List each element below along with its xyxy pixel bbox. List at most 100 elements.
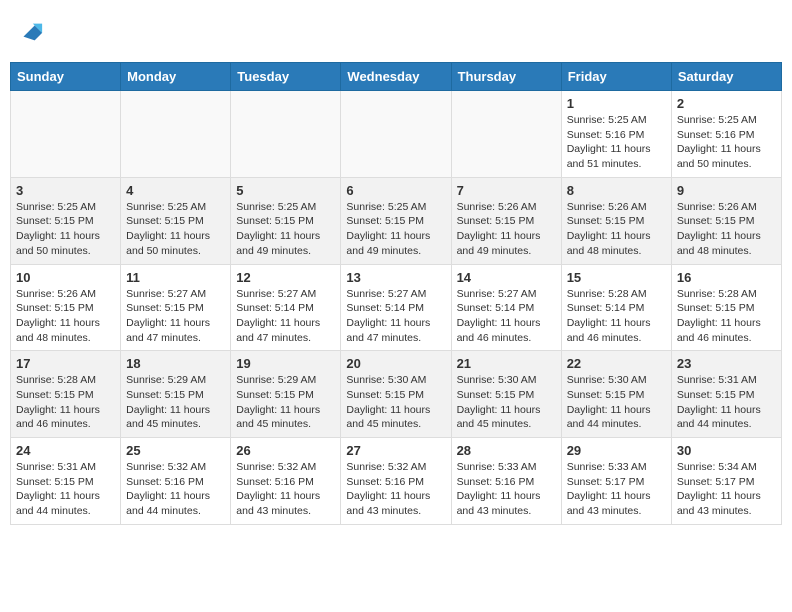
day-info: Sunrise: 5:27 AM Sunset: 5:14 PM Dayligh… bbox=[457, 287, 556, 346]
calendar-day-cell: 21Sunrise: 5:30 AM Sunset: 5:15 PM Dayli… bbox=[451, 351, 561, 438]
calendar-day-cell: 18 Sunrise: 5:29 AM Sunset: 5:15 PM Dayli… bbox=[121, 351, 231, 438]
day-info: Sunrise: 5:33 AM Sunset: 5:16 PM Dayligh… bbox=[457, 460, 556, 519]
calendar-day-cell: 4 Sunrise: 5:25 AM Sunset: 5:15 PM Daylig… bbox=[121, 177, 231, 264]
day-number: 8 bbox=[567, 183, 666, 198]
calendar-day-cell: 28 Sunrise: 5:33 AM Sunset: 5:16 PM Dayli… bbox=[451, 438, 561, 525]
day-info: Sunrise: 5:29 AM Sunset: 5:15 PM Dayligh… bbox=[236, 373, 335, 432]
day-number: 2 bbox=[677, 96, 776, 111]
day-number: 13 bbox=[346, 270, 445, 285]
weekday-header: Sunday bbox=[11, 63, 121, 91]
day-info: Sunrise: 5:33 AM Sunset: 5:17 PM Dayligh… bbox=[567, 460, 666, 519]
calendar-day-cell: 7Sunrise: 5:26 AM Sunset: 5:15 PM Daylig… bbox=[451, 177, 561, 264]
day-number: 4 bbox=[126, 183, 225, 198]
day-number: 7 bbox=[457, 183, 556, 198]
day-info: Sunrise: 5:31 AM Sunset: 5:15 PM Dayligh… bbox=[677, 373, 776, 432]
calendar-day-cell: 26 Sunrise: 5:32 AM Sunset: 5:16 PM Dayli… bbox=[231, 438, 341, 525]
day-number: 20 bbox=[346, 356, 445, 371]
calendar-day-cell: 27 Sunrise: 5:32 AM Sunset: 5:16 PM Dayli… bbox=[341, 438, 451, 525]
day-number: 26 bbox=[236, 443, 335, 458]
day-info: Sunrise: 5:32 AM Sunset: 5:16 PM Dayligh… bbox=[346, 460, 445, 519]
calendar-day-cell bbox=[341, 91, 451, 178]
day-number: 24 bbox=[16, 443, 115, 458]
weekday-header: Wednesday bbox=[341, 63, 451, 91]
day-info: Sunrise: 5:31 AM Sunset: 5:15 PM Dayligh… bbox=[16, 460, 115, 519]
calendar-day-cell: 3 Sunrise: 5:25 AM Sunset: 5:15 PM Daylig… bbox=[11, 177, 121, 264]
day-info: Sunrise: 5:25 AM Sunset: 5:15 PM Dayligh… bbox=[16, 200, 115, 259]
day-number: 28 bbox=[457, 443, 556, 458]
weekday-header: Tuesday bbox=[231, 63, 341, 91]
calendar-day-cell: 14Sunrise: 5:27 AM Sunset: 5:14 PM Dayli… bbox=[451, 264, 561, 351]
day-number: 9 bbox=[677, 183, 776, 198]
day-info: Sunrise: 5:26 AM Sunset: 5:15 PM Dayligh… bbox=[16, 287, 115, 346]
calendar-day-cell: 19 Sunrise: 5:29 AM Sunset: 5:15 PM Dayli… bbox=[231, 351, 341, 438]
calendar-body: 1 Sunrise: 5:25 AM Sunset: 5:16 PM Daylig… bbox=[11, 91, 782, 525]
calendar-week-row: 24 Sunrise: 5:31 AM Sunset: 5:15 PM Dayli… bbox=[11, 438, 782, 525]
calendar-day-cell: 2 Sunrise: 5:25 AM Sunset: 5:16 PM Daylig… bbox=[671, 91, 781, 178]
calendar-day-cell bbox=[231, 91, 341, 178]
calendar-day-cell: 12 Sunrise: 5:27 AM Sunset: 5:14 PM Dayli… bbox=[231, 264, 341, 351]
calendar-day-cell: 1 Sunrise: 5:25 AM Sunset: 5:16 PM Daylig… bbox=[561, 91, 671, 178]
calendar-day-cell: 17 Sunrise: 5:28 AM Sunset: 5:15 PM Dayli… bbox=[11, 351, 121, 438]
day-number: 29 bbox=[567, 443, 666, 458]
day-info: Sunrise: 5:27 AM Sunset: 5:14 PM Dayligh… bbox=[236, 287, 335, 346]
calendar-day-cell bbox=[451, 91, 561, 178]
day-info: Sunrise: 5:25 AM Sunset: 5:15 PM Dayligh… bbox=[236, 200, 335, 259]
day-info: Sunrise: 5:30 AM Sunset: 5:15 PM Dayligh… bbox=[346, 373, 445, 432]
calendar-week-row: 1 Sunrise: 5:25 AM Sunset: 5:16 PM Daylig… bbox=[11, 91, 782, 178]
day-info: Sunrise: 5:34 AM Sunset: 5:17 PM Dayligh… bbox=[677, 460, 776, 519]
weekday-header: Thursday bbox=[451, 63, 561, 91]
calendar-week-row: 3 Sunrise: 5:25 AM Sunset: 5:15 PM Daylig… bbox=[11, 177, 782, 264]
calendar-day-cell: 16 Sunrise: 5:28 AM Sunset: 5:15 PM Dayli… bbox=[671, 264, 781, 351]
calendar-day-cell: 15 Sunrise: 5:28 AM Sunset: 5:14 PM Dayli… bbox=[561, 264, 671, 351]
day-info: Sunrise: 5:32 AM Sunset: 5:16 PM Dayligh… bbox=[236, 460, 335, 519]
day-number: 15 bbox=[567, 270, 666, 285]
day-number: 12 bbox=[236, 270, 335, 285]
day-number: 3 bbox=[16, 183, 115, 198]
day-info: Sunrise: 5:27 AM Sunset: 5:15 PM Dayligh… bbox=[126, 287, 225, 346]
calendar-day-cell: 6 Sunrise: 5:25 AM Sunset: 5:15 PM Daylig… bbox=[341, 177, 451, 264]
calendar-day-cell: 20 Sunrise: 5:30 AM Sunset: 5:15 PM Dayli… bbox=[341, 351, 451, 438]
day-info: Sunrise: 5:25 AM Sunset: 5:15 PM Dayligh… bbox=[126, 200, 225, 259]
calendar-day-cell: 22Sunrise: 5:30 AM Sunset: 5:15 PM Dayli… bbox=[561, 351, 671, 438]
calendar-day-cell: 24 Sunrise: 5:31 AM Sunset: 5:15 PM Dayli… bbox=[11, 438, 121, 525]
day-number: 1 bbox=[567, 96, 666, 111]
calendar-day-cell: 9 Sunrise: 5:26 AM Sunset: 5:15 PM Daylig… bbox=[671, 177, 781, 264]
day-number: 6 bbox=[346, 183, 445, 198]
day-info: Sunrise: 5:28 AM Sunset: 5:14 PM Dayligh… bbox=[567, 287, 666, 346]
day-number: 27 bbox=[346, 443, 445, 458]
day-number: 19 bbox=[236, 356, 335, 371]
day-number: 18 bbox=[126, 356, 225, 371]
logo-icon bbox=[16, 18, 44, 46]
day-info: Sunrise: 5:25 AM Sunset: 5:16 PM Dayligh… bbox=[677, 113, 776, 172]
weekday-row: SundayMondayTuesdayWednesdayThursdayFrid… bbox=[11, 63, 782, 91]
day-number: 11 bbox=[126, 270, 225, 285]
calendar-header: SundayMondayTuesdayWednesdayThursdayFrid… bbox=[11, 63, 782, 91]
logo bbox=[14, 18, 44, 46]
calendar-day-cell: 13 Sunrise: 5:27 AM Sunset: 5:14 PM Dayli… bbox=[341, 264, 451, 351]
calendar-week-row: 10 Sunrise: 5:26 AM Sunset: 5:15 PM Dayli… bbox=[11, 264, 782, 351]
page-header bbox=[10, 10, 782, 54]
day-info: Sunrise: 5:28 AM Sunset: 5:15 PM Dayligh… bbox=[16, 373, 115, 432]
day-info: Sunrise: 5:28 AM Sunset: 5:15 PM Dayligh… bbox=[677, 287, 776, 346]
day-info: Sunrise: 5:27 AM Sunset: 5:14 PM Dayligh… bbox=[346, 287, 445, 346]
day-info: Sunrise: 5:29 AM Sunset: 5:15 PM Dayligh… bbox=[126, 373, 225, 432]
calendar-day-cell: 5 Sunrise: 5:25 AM Sunset: 5:15 PM Daylig… bbox=[231, 177, 341, 264]
calendar-day-cell: 23 Sunrise: 5:31 AM Sunset: 5:15 PM Dayli… bbox=[671, 351, 781, 438]
calendar-day-cell bbox=[11, 91, 121, 178]
day-info: Sunrise: 5:26 AM Sunset: 5:15 PM Dayligh… bbox=[567, 200, 666, 259]
calendar-day-cell: 11 Sunrise: 5:27 AM Sunset: 5:15 PM Dayli… bbox=[121, 264, 231, 351]
calendar-day-cell: 8 Sunrise: 5:26 AM Sunset: 5:15 PM Daylig… bbox=[561, 177, 671, 264]
day-info: Sunrise: 5:25 AM Sunset: 5:16 PM Dayligh… bbox=[567, 113, 666, 172]
day-number: 17 bbox=[16, 356, 115, 371]
day-info: Sunrise: 5:30 AM Sunset: 5:15 PM Dayligh… bbox=[457, 373, 556, 432]
calendar-day-cell: 25Sunrise: 5:32 AM Sunset: 5:16 PM Dayli… bbox=[121, 438, 231, 525]
day-number: 16 bbox=[677, 270, 776, 285]
day-number: 5 bbox=[236, 183, 335, 198]
day-info: Sunrise: 5:26 AM Sunset: 5:15 PM Dayligh… bbox=[677, 200, 776, 259]
weekday-header: Saturday bbox=[671, 63, 781, 91]
day-number: 23 bbox=[677, 356, 776, 371]
day-number: 25 bbox=[126, 443, 225, 458]
day-info: Sunrise: 5:25 AM Sunset: 5:15 PM Dayligh… bbox=[346, 200, 445, 259]
day-number: 10 bbox=[16, 270, 115, 285]
calendar-day-cell: 29 Sunrise: 5:33 AM Sunset: 5:17 PM Dayli… bbox=[561, 438, 671, 525]
